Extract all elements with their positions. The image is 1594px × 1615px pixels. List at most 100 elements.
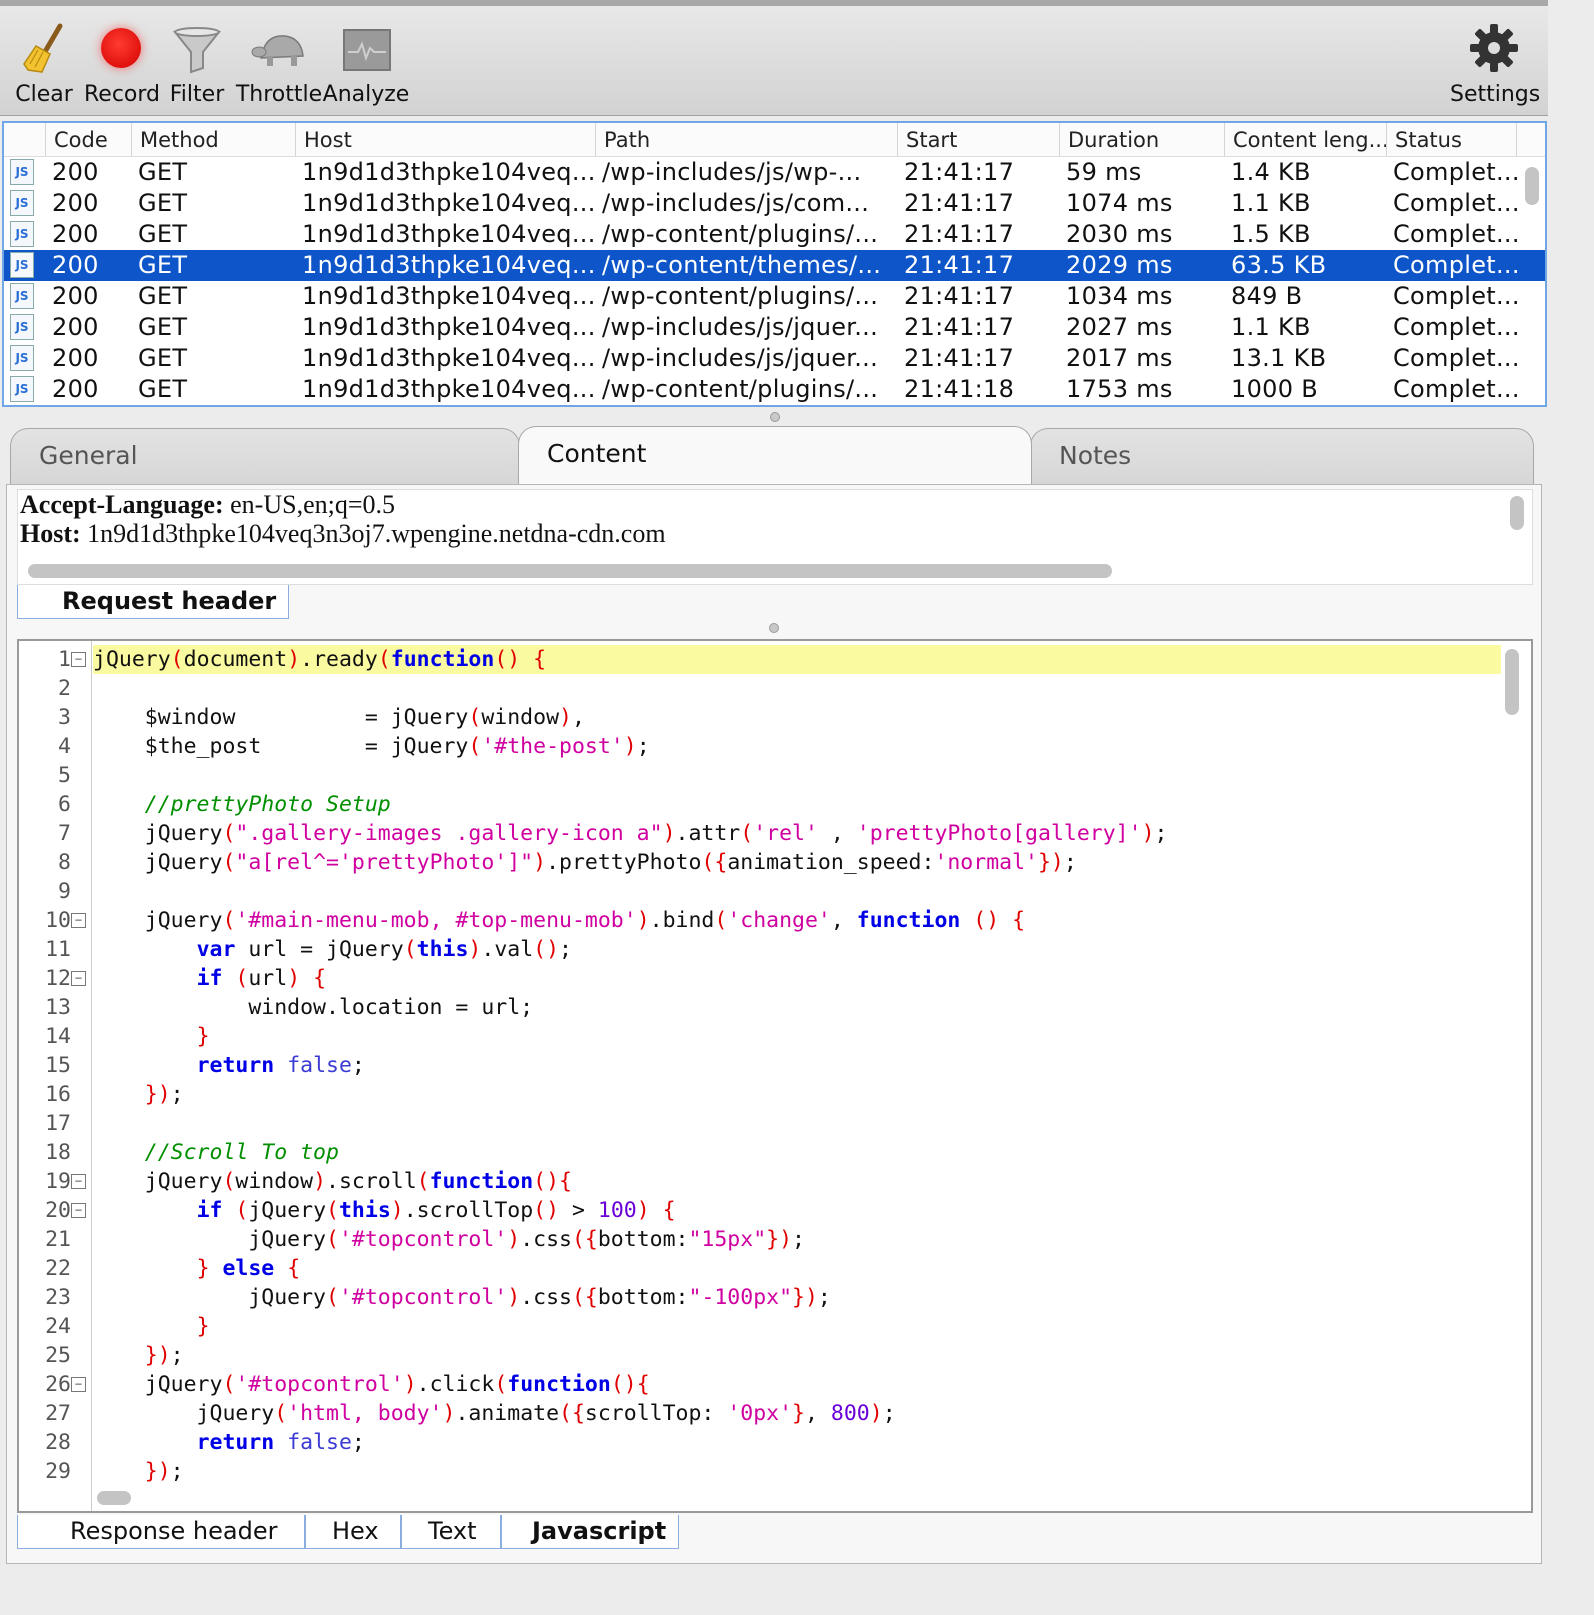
splitter-handle[interactable] (770, 412, 780, 422)
tab-response-header[interactable]: Response header (17, 1515, 305, 1549)
code-token: jQuery (93, 1401, 275, 1426)
code-token: , (817, 821, 857, 846)
line-number: 11 (45, 937, 71, 962)
column-header-status[interactable]: Status (1387, 123, 1517, 156)
table-row[interactable]: JS 200 GET 1n9d1d3thpke104veq.../wp-content… (4, 374, 1545, 405)
cell-path: /wp-includes/js/wp-... (602, 158, 862, 186)
code-editor[interactable]: 1− jQuery(document).ready(function() {2 3 … (17, 639, 1533, 1513)
gear-icon (1466, 20, 1522, 76)
cell-status: Complet... (1393, 158, 1517, 186)
code-token: ( (222, 850, 236, 875)
column-header-method[interactable]: Method (132, 123, 296, 156)
table-row[interactable]: JS 200 GET 1n9d1d3thpke104veq.../wp-include… (4, 343, 1545, 374)
settings-button[interactable]: Settings (1450, 20, 1540, 107)
code-token: () (533, 1198, 560, 1223)
code-text: jQuery('#main-menu-mob, #top-menu-mob').… (93, 906, 1025, 935)
code-token: }) (792, 1285, 818, 1310)
code-token: ".gallery-images .gallery-icon a" (235, 821, 663, 846)
column-header-code[interactable]: Code (46, 123, 132, 156)
fold-toggle-icon[interactable]: − (71, 1174, 86, 1189)
cell-path: /wp-includes/js/jquer... (602, 344, 879, 372)
column-header-content-length[interactable]: Content leng... (1225, 123, 1387, 156)
column-header-host[interactable]: Host (296, 123, 596, 156)
code-token: ( (326, 1227, 339, 1252)
code-token: ) (623, 734, 637, 759)
cell-length: 1.1 KB (1231, 189, 1311, 217)
splitter-handle-2[interactable] (769, 623, 779, 633)
code-token: ({ (701, 850, 728, 875)
header-vertical-scrollbar[interactable] (1510, 496, 1524, 530)
code-token: document (183, 647, 288, 672)
turtle-icon (251, 20, 307, 76)
tab-text[interactable]: Text (401, 1515, 501, 1549)
column-header-start[interactable]: Start (898, 123, 1060, 156)
broom-icon (16, 20, 72, 76)
code-token: 'prettyPhoto[gallery]' (856, 821, 1142, 846)
editor-vertical-scrollbar[interactable] (1505, 649, 1519, 715)
throttle-button[interactable]: Throttle (234, 20, 324, 107)
code-token: jQuery (93, 1227, 326, 1252)
code-line: 1− jQuery(document).ready(function() { (19, 645, 1501, 674)
analyze-button[interactable]: Analyze (322, 20, 410, 107)
tab-request-header[interactable]: Request header (17, 585, 289, 619)
tab-javascript[interactable]: Javascript (501, 1515, 679, 1549)
fold-toggle-icon[interactable]: − (71, 652, 86, 667)
header-horizontal-scrollbar[interactable] (28, 564, 1112, 578)
js-file-icon: JS (10, 190, 34, 216)
cell-status: Complet... (1393, 282, 1517, 310)
cell-code: 200 (52, 313, 99, 341)
table-scrollbar[interactable] (1525, 167, 1539, 205)
line-number: 23 (45, 1285, 71, 1310)
tab-general[interactable]: General (10, 428, 520, 484)
analyze-icon (338, 20, 394, 76)
code-text: } (93, 1022, 210, 1051)
column-header-path[interactable]: Path (596, 123, 898, 156)
table-row[interactable]: JS 200 GET 1n9d1d3thpke104veq.../wp-include… (4, 188, 1545, 219)
code-line: 17 (19, 1109, 1499, 1138)
code-token: ; (170, 1343, 184, 1368)
code-text: jQuery(window).scroll(function(){ (93, 1167, 572, 1196)
fold-toggle-icon[interactable]: − (71, 1203, 86, 1218)
row-icon-cell: JS (4, 374, 46, 405)
tab-notes[interactable]: Notes (1030, 428, 1534, 484)
record-button[interactable]: Record (84, 20, 161, 107)
code-line: 2 (19, 674, 1499, 703)
table-row[interactable]: JS 200 GET 1n9d1d3thpke104veq.../wp-include… (4, 312, 1545, 343)
code-token: ( (326, 1198, 339, 1223)
code-line: 26− jQuery('#topcontrol').click(function… (19, 1370, 1499, 1399)
cell-duration: 1074 ms (1066, 189, 1173, 217)
code-line: 11 var url = jQuery(this).val(); (19, 935, 1499, 964)
tab-content[interactable]: Content (518, 426, 1032, 486)
code-token: return (196, 1430, 275, 1455)
code-token: jQuery (93, 850, 223, 875)
filter-button[interactable]: Filter (168, 20, 226, 107)
table-row[interactable]: JS 200 GET 1n9d1d3thpke104veq.../wp-content… (4, 281, 1545, 312)
code-text: return false; (93, 1051, 365, 1080)
code-token: //Scroll To top (93, 1140, 339, 1165)
table-header: Code Method Host Path Start Duration Con… (4, 123, 1545, 157)
code-token: ; (636, 734, 650, 759)
code-text: jQuery('#topcontrol').click(function(){ (93, 1370, 650, 1399)
table-row[interactable]: JS 200 GET 1n9d1d3thpke104veq.../wp-content… (4, 250, 1545, 281)
table-row[interactable]: JS 200 GET 1n9d1d3thpke104veq.../wp-content… (4, 219, 1545, 250)
code-token: ) (869, 1401, 883, 1426)
fold-toggle-icon[interactable]: − (71, 971, 86, 986)
clear-button[interactable]: Clear (14, 20, 74, 107)
fold-toggle-icon[interactable]: − (71, 913, 86, 928)
code-token: function (507, 1372, 611, 1397)
code-line: 8 jQuery("a[rel^='prettyPhoto']").pretty… (19, 848, 1499, 877)
code-token: .val (481, 937, 534, 962)
tab-hex[interactable]: Hex (305, 1515, 401, 1549)
column-header-duration[interactable]: Duration (1060, 123, 1225, 156)
fold-toggle-icon[interactable]: − (71, 1377, 86, 1392)
code-token: ( (326, 1285, 339, 1310)
record-label: Record (84, 82, 161, 107)
line-number: 7 (58, 821, 71, 846)
row-icon-cell: JS (4, 281, 46, 312)
table-row[interactable]: JS 200 GET 1n9d1d3thpke104veq.../wp-include… (4, 157, 1545, 188)
editor-horizontal-scrollbar[interactable] (97, 1491, 131, 1505)
